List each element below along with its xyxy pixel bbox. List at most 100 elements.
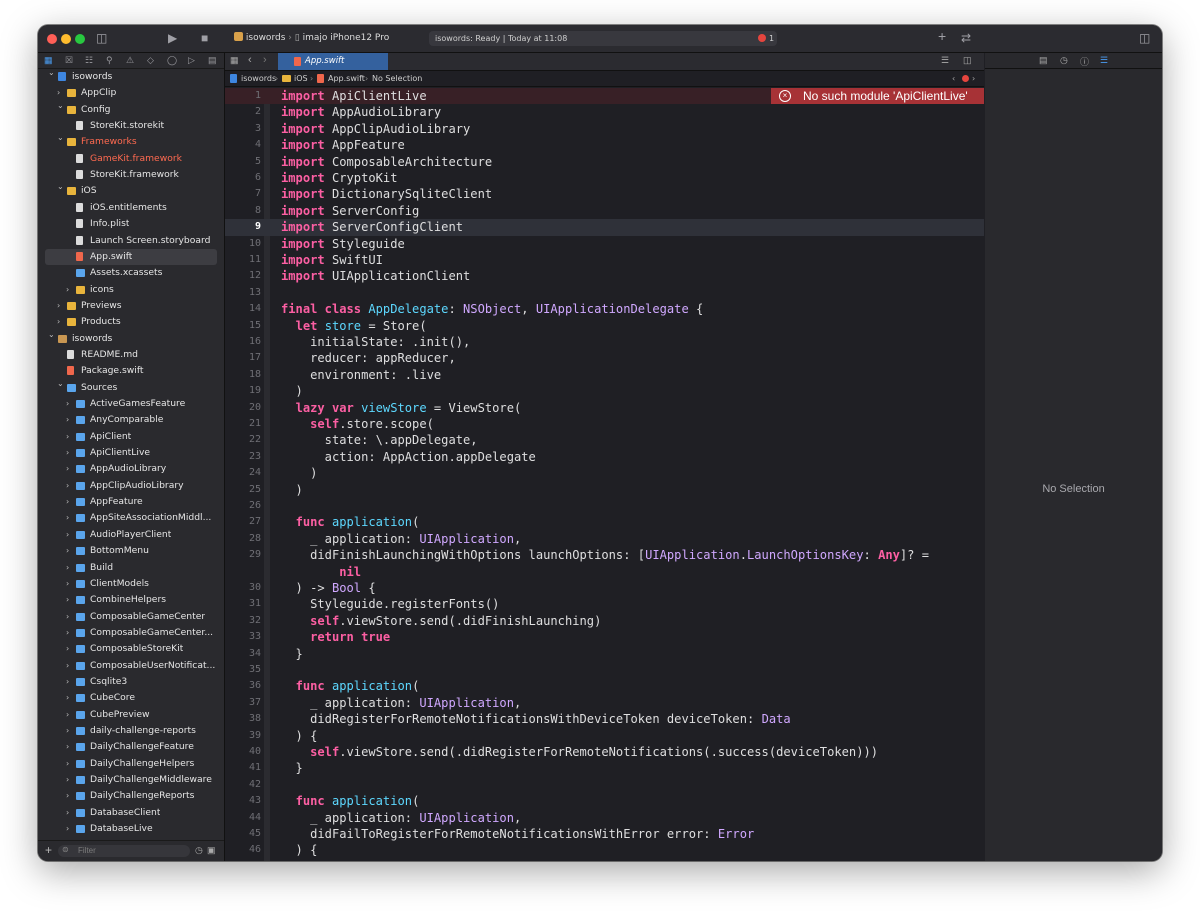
- debug-icon[interactable]: ◯: [167, 55, 177, 66]
- run-icon[interactable]: ▶: [168, 30, 177, 46]
- navigator-row[interactable]: › Previews: [38, 298, 224, 314]
- code-line[interactable]: 22 state: \.appDelegate,: [225, 432, 984, 448]
- code-line[interactable]: 19 ): [225, 383, 984, 399]
- navigator-row[interactable]: › CubeCore: [38, 690, 224, 706]
- error-indicator-icon[interactable]: [962, 75, 969, 82]
- navigator-row[interactable]: › AnyComparable: [38, 412, 224, 428]
- code-line[interactable]: 15 let store = Store(: [225, 318, 984, 334]
- navigator-row[interactable]: › icons: [38, 282, 224, 298]
- navigator-row[interactable]: › AppFeature: [38, 494, 224, 510]
- chevron-right-icon[interactable]: ›: [66, 756, 74, 772]
- code-line[interactable]: 13: [225, 285, 984, 301]
- chevron-down-icon[interactable]: ⌄: [48, 327, 56, 343]
- code-line[interactable]: 10 import Styleguide: [225, 236, 984, 252]
- history-icon[interactable]: ◷: [1060, 55, 1068, 66]
- chevron-right-icon[interactable]: ›: [66, 412, 74, 428]
- navigator-row[interactable]: iOS.entitlements: [38, 200, 224, 216]
- code-line[interactable]: 45 didFailToRegisterForRemoteNotificatio…: [225, 826, 984, 842]
- chevron-right-icon[interactable]: ›: [66, 658, 74, 674]
- chevron-right-icon[interactable]: ›: [66, 494, 74, 510]
- chevron-down-icon[interactable]: ⌄: [57, 179, 65, 195]
- sidebar-toggle-icon[interactable]: ◫: [96, 30, 107, 46]
- code-line[interactable]: 32 self.viewStore.send(.didFinishLaunchi…: [225, 613, 984, 629]
- chevron-down-icon[interactable]: ⌄: [57, 98, 65, 114]
- code-line[interactable]: 36 func application(: [225, 678, 984, 694]
- code-line[interactable]: 44 _ application: UIApplication,: [225, 810, 984, 826]
- chevron-right-icon[interactable]: ›: [66, 461, 74, 477]
- navigator-row[interactable]: › DailyChallengeMiddleware: [38, 772, 224, 788]
- attributes-inspector-icon[interactable]: ☰: [1100, 55, 1108, 66]
- breakpoint-icon[interactable]: ▷: [188, 55, 195, 66]
- navigator-row[interactable]: › AppSiteAssociationMiddl...: [38, 510, 224, 526]
- code-line[interactable]: 40 self.viewStore.send(.didRegisterForRe…: [225, 744, 984, 760]
- inline-error-message[interactable]: × No such module 'ApiClientLive': [771, 88, 984, 104]
- code-line[interactable]: 3 import AppClipAudioLibrary: [225, 121, 984, 137]
- navigator-row[interactable]: › BottomMenu: [38, 543, 224, 559]
- code-line[interactable]: 29 didFinishLaunchingWithOptions launchO…: [225, 547, 984, 563]
- navigator-row[interactable]: › daily-challenge-reports: [38, 723, 224, 739]
- code-line[interactable]: 21 self.store.scope(: [225, 416, 984, 432]
- back-icon[interactable]: ‹: [248, 54, 252, 66]
- navigator-row[interactable]: ⌄ isowords: [38, 330, 224, 347]
- help-icon[interactable]: ⓘ: [1080, 55, 1089, 68]
- issue-icon[interactable]: ⚠: [126, 55, 134, 66]
- hierarchy-icon[interactable]: ☷: [85, 55, 93, 66]
- navigator-row[interactable]: ⌄ iOS: [38, 182, 224, 199]
- navigator-row[interactable]: GameKit.framework: [38, 151, 224, 167]
- code-line[interactable]: 18 environment: .live: [225, 367, 984, 383]
- code-line[interactable]: 25 ): [225, 482, 984, 498]
- file-inspector-icon[interactable]: ▤: [1039, 55, 1048, 66]
- navigator-row[interactable]: ⌄ isowords: [38, 69, 224, 85]
- code-line[interactable]: 23 action: AppAction.appDelegate: [225, 449, 984, 465]
- breadcrumb-folder[interactable]: iOS: [294, 71, 308, 86]
- navigator-row[interactable]: › CombineHelpers: [38, 592, 224, 608]
- code-line[interactable]: 14 final class AppDelegate: NSObject, UIA…: [225, 301, 984, 317]
- navigator-row[interactable]: Package.swift: [38, 363, 224, 379]
- close-window-button[interactable]: [47, 34, 57, 44]
- code-line[interactable]: 26: [225, 498, 984, 514]
- navigator-row[interactable]: README.md: [38, 347, 224, 363]
- navigator-row[interactable]: › ComposableGameCenter...: [38, 625, 224, 641]
- code-line[interactable]: 8 import ServerConfig: [225, 203, 984, 219]
- navigator-row[interactable]: App.swift: [45, 248, 217, 265]
- navigator-row[interactable]: › DailyChallengeFeature: [38, 739, 224, 755]
- chevron-right-icon[interactable]: ›: [66, 282, 74, 298]
- stop-icon[interactable]: ■: [201, 30, 208, 46]
- code-line[interactable]: 9 import ServerConfigClient: [225, 219, 984, 236]
- navigator-row[interactable]: › Build: [38, 560, 224, 576]
- chevron-right-icon[interactable]: ›: [66, 576, 74, 592]
- code-line[interactable]: 5 import ComposableArchitecture: [225, 154, 984, 170]
- chevron-right-icon[interactable]: ›: [66, 543, 74, 559]
- split-editor-icon[interactable]: ◫: [963, 55, 972, 66]
- code-line[interactable]: 38 didRegisterForRemoteNotificationsWith…: [225, 711, 984, 727]
- navigator-row[interactable]: › ComposableGameCenter: [38, 609, 224, 625]
- navigator-row[interactable]: ⌄ Frameworks: [38, 133, 224, 150]
- chevron-down-icon[interactable]: ⌄: [48, 69, 56, 81]
- navigator-row[interactable]: › Products: [38, 314, 224, 330]
- navigator-row[interactable]: Launch Screen.storyboard: [38, 233, 224, 249]
- code-line[interactable]: 43 func application(: [225, 793, 984, 809]
- filter-input[interactable]: ⊜ Filter: [58, 845, 190, 857]
- chevron-right-icon[interactable]: ›: [66, 739, 74, 755]
- chevron-down-icon[interactable]: ⌄: [57, 376, 65, 392]
- chevron-right-icon[interactable]: ›: [57, 298, 65, 314]
- navigator-row[interactable]: StoreKit.storekit: [38, 118, 224, 134]
- chevron-right-icon[interactable]: ›: [66, 723, 74, 739]
- navigator-row[interactable]: › ApiClientLive: [38, 445, 224, 461]
- chevron-right-icon[interactable]: ›: [66, 772, 74, 788]
- code-line[interactable]: 34 }: [225, 646, 984, 662]
- code-line[interactable]: 31 Styleguide.registerFonts(): [225, 596, 984, 612]
- code-area[interactable]: 1 import ApiClientLive × No such module 'Ap…: [225, 88, 984, 861]
- navigator-row[interactable]: › DailyChallengeReports: [38, 788, 224, 804]
- navigator-row[interactable]: StoreKit.framework: [38, 167, 224, 183]
- navigator-row[interactable]: › AudioPlayerClient: [38, 527, 224, 543]
- chevron-right-icon[interactable]: ›: [66, 609, 74, 625]
- scheme-selector[interactable]: isowords › ▯ imajo iPhone12 Pro: [234, 32, 389, 43]
- breadcrumb-file[interactable]: App.swift: [328, 71, 365, 86]
- chevron-right-icon[interactable]: ›: [66, 429, 74, 445]
- chevron-right-icon[interactable]: ›: [66, 445, 74, 461]
- next-issue-icon[interactable]: ›: [972, 71, 975, 86]
- code-line[interactable]: 20 lazy var viewStore = ViewStore(: [225, 400, 984, 416]
- chevron-right-icon[interactable]: ›: [66, 396, 74, 412]
- chevron-right-icon[interactable]: ›: [66, 527, 74, 543]
